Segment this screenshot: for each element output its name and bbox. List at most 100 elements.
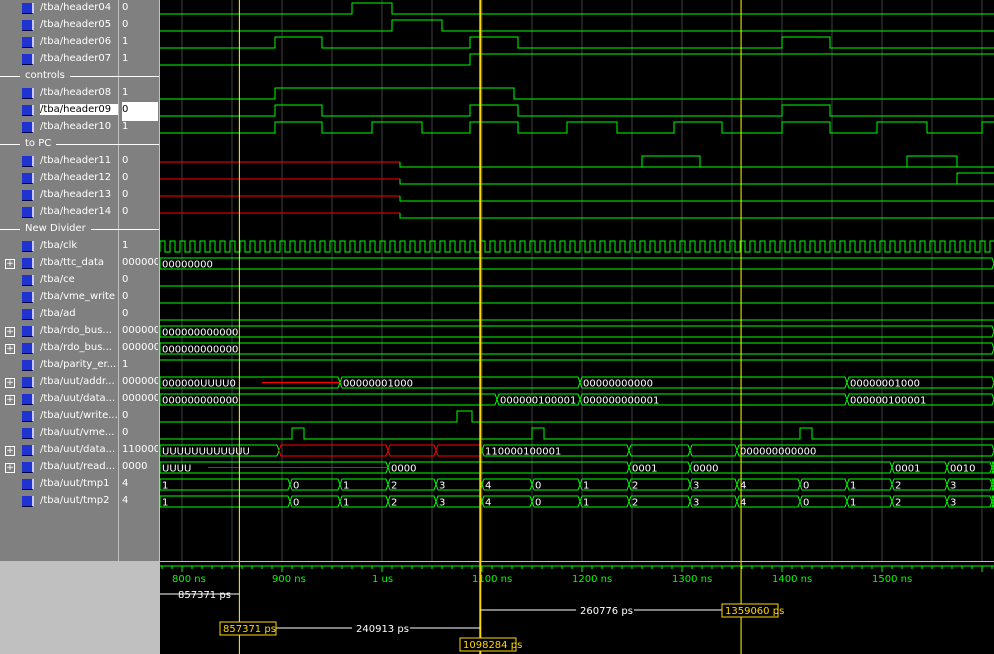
signal-row[interactable]: /tba/header11	[0, 153, 118, 170]
signal-row[interactable]: /tba/header13	[0, 187, 118, 204]
bus-value-label: 3	[950, 481, 956, 492]
waveform-pane[interactable]: 00000000000000000000000000000000000000UU…	[160, 0, 994, 561]
timeline-cursor-pane[interactable]: 800 ns 900 ns 1 us 1100 ns 1200 ns 1300 ns 140…	[160, 562, 994, 654]
divider-label: to PC	[20, 138, 57, 149]
signal-name: /tba/header14	[40, 206, 112, 217]
signal-row[interactable]: /tba/clk	[0, 238, 118, 255]
signal-name: /tba/uut/write...	[40, 410, 118, 421]
expand-icon[interactable]: +	[5, 344, 15, 354]
signal-row[interactable]: /tba/header12	[0, 170, 118, 187]
bus-trace	[628, 444, 691, 457]
signal-row[interactable]: /tba/uut/tmp2	[0, 493, 118, 510]
signal-row[interactable]: /tba/header05	[0, 17, 118, 34]
signal-name: /tba/header06	[40, 36, 112, 47]
signal-icon	[22, 20, 34, 31]
clock-trace	[160, 240, 994, 253]
signal-icon	[22, 394, 34, 405]
signal-trace	[160, 427, 994, 440]
signal-name: /tba/uut/addr...	[40, 376, 115, 387]
signal-row[interactable]: + /tba/rdo_bus...	[0, 340, 118, 357]
signal-row[interactable]: /tba/header07	[0, 51, 118, 68]
signal-row[interactable]: /tba/uut/vme...	[0, 425, 118, 442]
bus-trace	[278, 444, 389, 457]
signal-row[interactable]: + /tba/uut/addr...	[0, 374, 118, 391]
signal-icon	[22, 309, 34, 320]
signal-icon	[22, 37, 34, 48]
cursor-time-label: 1359060 ps	[725, 606, 784, 617]
signal-name: /tba/uut/tmp2	[40, 495, 110, 506]
signal-icon	[22, 88, 34, 99]
signal-row[interactable]: /tba/header10	[0, 119, 118, 136]
signal-icon	[22, 326, 34, 337]
expand-icon[interactable]: +	[5, 378, 15, 388]
bus-value-label: 2	[632, 498, 638, 509]
signal-trace	[160, 53, 994, 66]
signal-row[interactable]: /tba/uut/tmp1	[0, 476, 118, 493]
bus-value-label: 3	[950, 498, 956, 509]
signal-name: /tba/header04	[40, 2, 112, 13]
bus-value-label: 1	[850, 498, 856, 509]
expand-icon[interactable]: +	[5, 259, 15, 269]
signal-trace	[160, 104, 994, 117]
signal-row[interactable]: /tba/header06	[0, 34, 118, 51]
signal-name: /tba/rdo_bus...	[40, 325, 112, 336]
signal-trace	[160, 2, 994, 15]
signal-row[interactable]: + /tba/ttc_data	[0, 255, 118, 272]
signal-row[interactable]: /tba/header14	[0, 204, 118, 221]
bus-value-label: 3	[693, 498, 699, 509]
bus-value-label: 000000UUUU0	[162, 379, 236, 390]
bus-value-label: 1	[850, 481, 856, 492]
signal-icon	[22, 275, 34, 286]
bus-value-label: 1	[583, 481, 589, 492]
bus-value-label: 0	[803, 498, 809, 509]
bus-value-label: 1	[343, 481, 349, 492]
signal-icon	[22, 258, 34, 269]
signal-row[interactable]: + /tba/uut/data...	[0, 391, 118, 408]
divider-row[interactable]: New Divider	[0, 221, 159, 238]
bus-value-label: 2	[632, 481, 638, 492]
signal-row[interactable]: /tba/header09	[0, 102, 120, 119]
timeline-tick-label: 1100 ns	[472, 574, 512, 585]
signal-row[interactable]: /tba/ce	[0, 272, 118, 289]
signal-row[interactable]: /tba/header04	[0, 0, 118, 17]
signal-trace	[160, 121, 994, 134]
divider-row[interactable]: to PC	[0, 136, 159, 153]
bus-trace	[160, 478, 291, 491]
pane-splitter[interactable]	[118, 0, 119, 654]
bus-trace	[736, 495, 801, 508]
bus-value-label: 0	[293, 481, 299, 492]
delta-label: 240913 ps	[356, 624, 409, 635]
bus-value-label: 1	[162, 498, 168, 509]
bus-value-label: 110000100001	[485, 447, 561, 458]
signal-name: /tba/ttc_data	[40, 257, 104, 268]
cursor-time-label: 857371 ps	[223, 624, 276, 635]
expand-icon[interactable]: +	[5, 446, 15, 456]
signal-name: /tba/header13	[40, 189, 112, 200]
signal-name: /tba/parity_er...	[40, 359, 117, 370]
expand-icon[interactable]: +	[5, 463, 15, 473]
signal-name: /tba/header10	[40, 121, 112, 132]
bus-value-label: UUUUUUUUUUUU	[162, 447, 250, 458]
divider-row[interactable]: controls	[0, 68, 159, 85]
signal-row[interactable]: + /tba/rdo_bus...	[0, 323, 118, 340]
bus-value-label: 000000100001	[850, 396, 926, 407]
signal-row[interactable]: /tba/header08	[0, 85, 118, 102]
signal-icon	[22, 207, 34, 218]
signal-trace	[160, 36, 994, 49]
signal-row[interactable]: /tba/vme_write	[0, 289, 118, 306]
signal-name: /tba/ce	[40, 274, 75, 285]
signal-row[interactable]: /tba/ad	[0, 306, 118, 323]
signal-icon	[22, 3, 34, 14]
signal-name: /tba/rdo_bus...	[40, 342, 112, 353]
signal-name: /tba/header09	[40, 104, 120, 115]
signal-row[interactable]: /tba/uut/write...	[0, 408, 118, 425]
signal-row[interactable]: + /tba/uut/read...	[0, 459, 118, 476]
signal-name: /tba/uut/data...	[40, 393, 116, 404]
timeline-tick-label: 1200 ns	[572, 574, 612, 585]
signal-row[interactable]: + /tba/uut/data...	[0, 442, 118, 459]
expand-icon[interactable]: +	[5, 327, 15, 337]
signal-name: /tba/uut/vme...	[40, 427, 115, 438]
signal-row[interactable]: /tba/parity_er...	[0, 357, 118, 374]
bus-trace	[160, 325, 994, 338]
expand-icon[interactable]: +	[5, 395, 15, 405]
